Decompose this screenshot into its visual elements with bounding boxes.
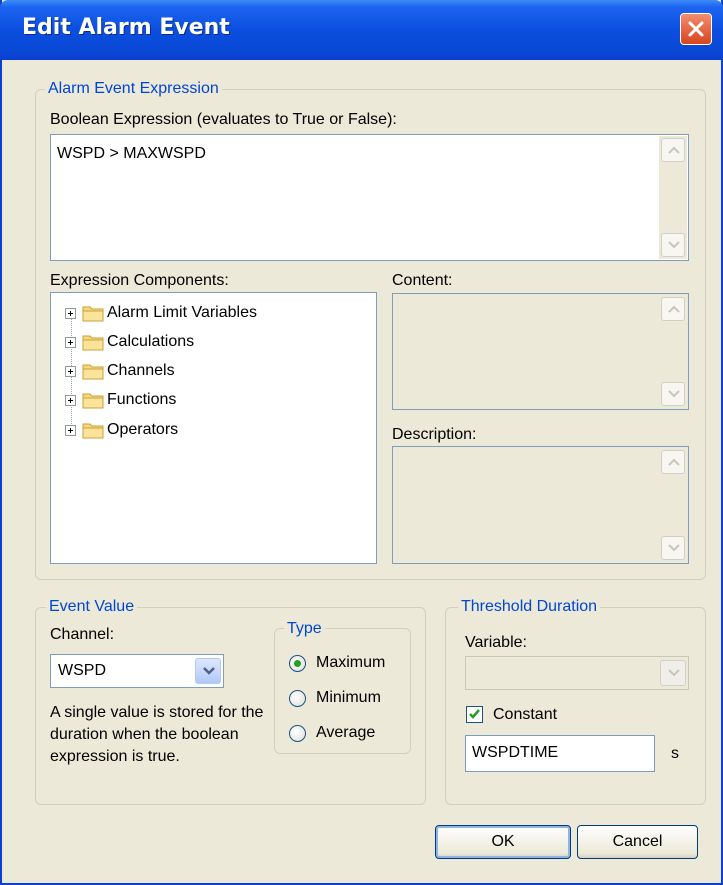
- alarm-event-expression-legend: Alarm Event Expression: [45, 80, 222, 98]
- folder-icon: [82, 335, 104, 351]
- content-textarea[interactable]: [392, 293, 689, 410]
- constant-input[interactable]: WSPDTIME: [465, 735, 655, 772]
- tree-item-calculations[interactable]: Calculations: [51, 329, 351, 357]
- radio-maximum-label: Maximum: [316, 654, 386, 671]
- folder-icon: [82, 423, 104, 439]
- checkmark-icon: [469, 709, 480, 719]
- close-icon: [688, 21, 704, 37]
- channel-selected-value: WSPD: [58, 662, 106, 679]
- scroll-down-button[interactable]: [661, 382, 685, 406]
- tree-item-label: Functions: [107, 391, 177, 408]
- radio-minimum-label: Minimum: [316, 689, 381, 706]
- variable-label: Variable:: [465, 634, 527, 651]
- boolean-expression-textarea[interactable]: WSPD > MAXWSPD: [50, 134, 689, 261]
- constant-checkbox[interactable]: [466, 706, 483, 723]
- radio-minimum[interactable]: [289, 690, 306, 707]
- description-textarea[interactable]: [392, 446, 689, 564]
- constant-input-value: WSPDTIME: [472, 744, 559, 761]
- chevron-down-icon: [668, 669, 680, 677]
- chevron-up-icon: [668, 458, 680, 466]
- folder-icon: [82, 306, 104, 322]
- channel-dropdown-button[interactable]: [195, 658, 221, 684]
- folder-icon: [82, 393, 104, 409]
- boolean-expression-text: WSPD > MAXWSPD: [57, 145, 206, 162]
- expand-plus-icon[interactable]: [65, 395, 76, 406]
- scroll-down-button[interactable]: [661, 233, 685, 257]
- channel-label: Channel:: [50, 626, 115, 643]
- scroll-up-button[interactable]: [661, 450, 685, 474]
- variable-dropdown-button[interactable]: [660, 660, 686, 686]
- tree-item-alarm-limit-variables[interactable]: Alarm Limit Variables: [51, 300, 351, 328]
- threshold-duration-legend: Threshold Duration: [458, 598, 601, 616]
- description-label: Description:: [392, 426, 477, 443]
- tree-item-functions[interactable]: Functions: [51, 387, 351, 415]
- content-label: Content:: [392, 272, 453, 289]
- scroll-down-button[interactable]: [661, 536, 685, 560]
- boolean-expression-scrollbar[interactable]: [659, 136, 687, 259]
- description-scrollbar[interactable]: [659, 448, 687, 562]
- tree-item-channels[interactable]: Channels: [51, 358, 351, 386]
- tree-item-label: Calculations: [107, 333, 195, 350]
- chevron-down-icon: [668, 390, 680, 398]
- cancel-button[interactable]: Cancel: [577, 825, 698, 859]
- radio-average[interactable]: [289, 725, 306, 742]
- event-value-legend: Event Value: [46, 598, 138, 616]
- expression-components-label: Expression Components:: [50, 272, 229, 289]
- window-title: Edit Alarm Event: [22, 15, 230, 40]
- duration-unit-label: s: [671, 745, 679, 762]
- chevron-up-icon: [668, 146, 680, 154]
- variable-select[interactable]: [465, 656, 689, 690]
- tree-item-label: Operators: [107, 421, 179, 438]
- tree-item-operators[interactable]: Operators: [51, 417, 351, 445]
- chevron-down-icon: [203, 667, 215, 675]
- ok-button[interactable]: OK: [435, 825, 571, 859]
- scroll-up-button[interactable]: [661, 138, 685, 162]
- expression-components-tree[interactable]: Alarm Limit Variables Calculations Chann…: [50, 292, 377, 564]
- type-legend: Type: [284, 620, 325, 638]
- event-value-info: A single value is stored for the duratio…: [50, 704, 264, 765]
- content-scrollbar[interactable]: [659, 295, 687, 408]
- chevron-up-icon: [668, 305, 680, 313]
- title-bar[interactable]: Edit Alarm Event: [0, 0, 723, 60]
- chevron-down-icon: [668, 544, 680, 552]
- channel-select[interactable]: WSPD: [50, 654, 224, 688]
- expand-plus-icon[interactable]: [65, 308, 76, 319]
- chevron-down-icon: [668, 241, 680, 249]
- radio-maximum[interactable]: [289, 655, 306, 672]
- edit-alarm-event-dialog: Edit Alarm Event Alarm Event Expression …: [0, 0, 723, 885]
- radio-average-label: Average: [316, 724, 376, 741]
- tree-item-label: Alarm Limit Variables: [107, 304, 257, 321]
- tree-item-label: Channels: [107, 362, 175, 379]
- scroll-up-button[interactable]: [661, 297, 685, 321]
- expand-plus-icon[interactable]: [65, 425, 76, 436]
- expand-plus-icon[interactable]: [65, 366, 76, 377]
- folder-icon: [82, 364, 104, 380]
- expand-plus-icon[interactable]: [65, 337, 76, 348]
- boolean-expression-label: Boolean Expression (evaluates to True or…: [50, 111, 397, 128]
- constant-label: Constant: [493, 706, 558, 723]
- close-button[interactable]: [680, 13, 712, 45]
